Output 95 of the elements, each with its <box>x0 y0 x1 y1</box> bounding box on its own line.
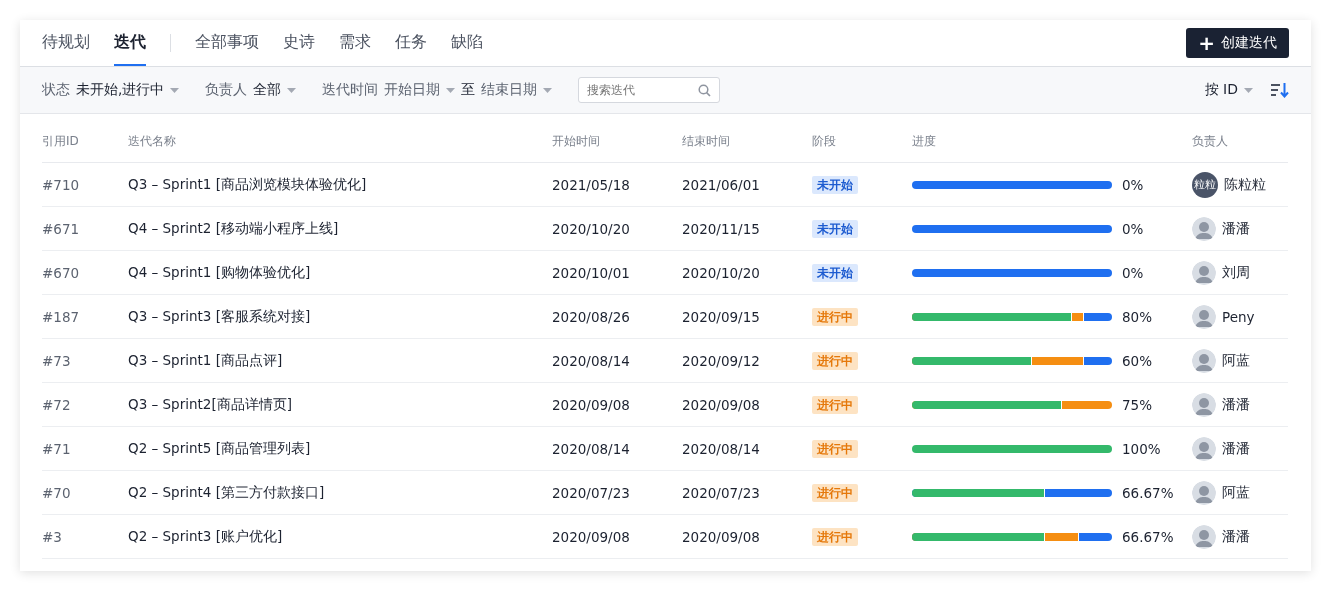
search-icon <box>698 84 712 97</box>
end-date: 2020/08/14 <box>682 440 760 457</box>
filter-label: 状态 <box>42 81 70 99</box>
id-cell: #71 <box>42 440 71 457</box>
owner-name: 潘潘 <box>1222 395 1250 414</box>
stage-tag: 未开始 <box>812 263 858 282</box>
filter-dropdown[interactable]: 未开始,进行中 <box>76 81 180 99</box>
id-cell: #72 <box>42 396 71 413</box>
start-date: 2020/08/14 <box>552 440 630 457</box>
tab[interactable]: 史诗 <box>283 20 315 66</box>
id-cell: #671 <box>42 220 80 237</box>
sprint-name[interactable]: Q4 – Sprint2 [移动端小程序上线] <box>128 219 339 236</box>
end-date: 2020/11/15 <box>682 220 760 237</box>
id-cell: #187 <box>42 308 80 325</box>
start-date: 2020/09/08 <box>552 528 630 545</box>
id-cell: #670 <box>42 264 80 281</box>
end-date: 2020/09/15 <box>682 308 760 325</box>
caret-icon <box>170 87 180 93</box>
range-separator: 至 <box>461 81 476 99</box>
date-dropdown[interactable]: 开始日期 <box>384 81 456 99</box>
tab[interactable]: 任务 <box>395 20 427 66</box>
owner-name: Peny <box>1222 308 1255 325</box>
caret-icon <box>446 87 456 93</box>
start-date: 2020/10/01 <box>552 264 630 281</box>
filter-dropdown[interactable]: 全部 <box>253 81 297 99</box>
progress-percent: 80% <box>1122 308 1152 325</box>
create-button[interactable]: + 创建迭代 <box>1186 28 1289 58</box>
id-cell: #710 <box>42 176 80 193</box>
tab[interactable]: 全部事项 <box>195 20 259 66</box>
id-cell: #3 <box>42 528 62 545</box>
start-date: 2020/08/26 <box>552 308 630 325</box>
column-header: 引用ID <box>42 133 79 148</box>
stage-tag: 进行中 <box>812 527 858 546</box>
progress-percent: 0% <box>1122 264 1144 281</box>
tab[interactable]: 待规划 <box>42 20 90 66</box>
column-header: 开始时间 <box>552 133 600 148</box>
progress-percent: 0% <box>1122 176 1144 193</box>
sprint-name[interactable]: Q2 – Sprint3 [账户优化] <box>128 527 283 544</box>
id-cell: #73 <box>42 352 71 369</box>
sprint-name[interactable]: Q3 – Sprint1 [商品点评] <box>128 351 283 368</box>
column-header: 进度 <box>912 133 936 148</box>
tab[interactable]: 需求 <box>339 20 371 66</box>
progress-percent: 66.67% <box>1122 528 1174 545</box>
filter-label: 负责人 <box>205 81 248 99</box>
column-header: 结束时间 <box>682 133 730 148</box>
progress-percent: 100% <box>1122 440 1161 457</box>
search-field[interactable]: 搜索迭代 <box>578 77 721 103</box>
sprint-name[interactable]: Q2 – Sprint4 [第三方付款接口] <box>128 483 325 500</box>
sprint-name[interactable]: Q3 – Sprint2[商品详情页] <box>128 395 292 412</box>
progress-percent: 75% <box>1122 396 1152 413</box>
caret-icon <box>543 87 553 93</box>
date-dropdown[interactable]: 结束日期 <box>481 81 553 99</box>
start-date: 2020/10/20 <box>552 220 630 237</box>
owner-name: 刘周 <box>1222 263 1250 282</box>
end-date: 2020/09/12 <box>682 352 760 369</box>
progress-percent: 66.67% <box>1122 484 1174 501</box>
owner-name: 潘潘 <box>1222 527 1250 546</box>
owner-name: 陈粒粒 <box>1224 175 1266 194</box>
end-date: 2021/06/01 <box>682 176 760 193</box>
start-date: 2020/07/23 <box>552 484 630 501</box>
stage-tag: 进行中 <box>812 439 858 458</box>
caret-icon <box>287 87 297 93</box>
avatar: 粒粒 <box>1192 171 1218 198</box>
column-header: 阶段 <box>812 133 836 148</box>
stage-tag: 进行中 <box>812 395 858 414</box>
end-date: 2020/09/08 <box>682 396 760 413</box>
sprint-name[interactable]: Q2 – Sprint5 [商品管理列表] <box>128 439 311 456</box>
stage-tag: 进行中 <box>812 307 858 326</box>
sprint-name[interactable]: Q4 – Sprint1 [购物体验优化] <box>128 263 311 280</box>
end-date: 2020/07/23 <box>682 484 760 501</box>
stage-tag: 未开始 <box>812 175 858 194</box>
progress-percent: 60% <box>1122 352 1152 369</box>
sort-icon[interactable] <box>1271 82 1289 98</box>
owner-name: 潘潘 <box>1222 439 1250 458</box>
start-date: 2021/05/18 <box>552 176 630 193</box>
tab[interactable]: 缺陷 <box>451 20 483 66</box>
stage-tag: 进行中 <box>812 483 858 502</box>
start-date: 2020/08/14 <box>552 352 630 369</box>
filter-label: 迭代时间 <box>322 81 379 99</box>
column-header: 负责人 <box>1192 133 1228 148</box>
progress-percent: 0% <box>1122 220 1144 237</box>
end-date: 2020/09/08 <box>682 528 760 545</box>
stage-tag: 未开始 <box>812 219 858 238</box>
end-date: 2020/10/20 <box>682 264 760 281</box>
stage-tag: 进行中 <box>812 351 858 370</box>
sprint-name[interactable]: Q3 – Sprint1 [商品浏览模块体验优化] <box>128 175 367 192</box>
start-date: 2020/09/08 <box>552 396 630 413</box>
owner-name: 阿蓝 <box>1222 483 1250 502</box>
owner-name: 潘潘 <box>1222 219 1250 238</box>
owner-name: 阿蓝 <box>1222 351 1250 370</box>
sprint-name[interactable]: Q3 – Sprint3 [客服系统对接] <box>128 307 311 324</box>
sort-dropdown[interactable]: 按 ID <box>1204 81 1253 99</box>
id-cell: #70 <box>42 484 71 501</box>
column-header: 迭代名称 <box>128 133 176 148</box>
caret-icon <box>1244 87 1253 93</box>
